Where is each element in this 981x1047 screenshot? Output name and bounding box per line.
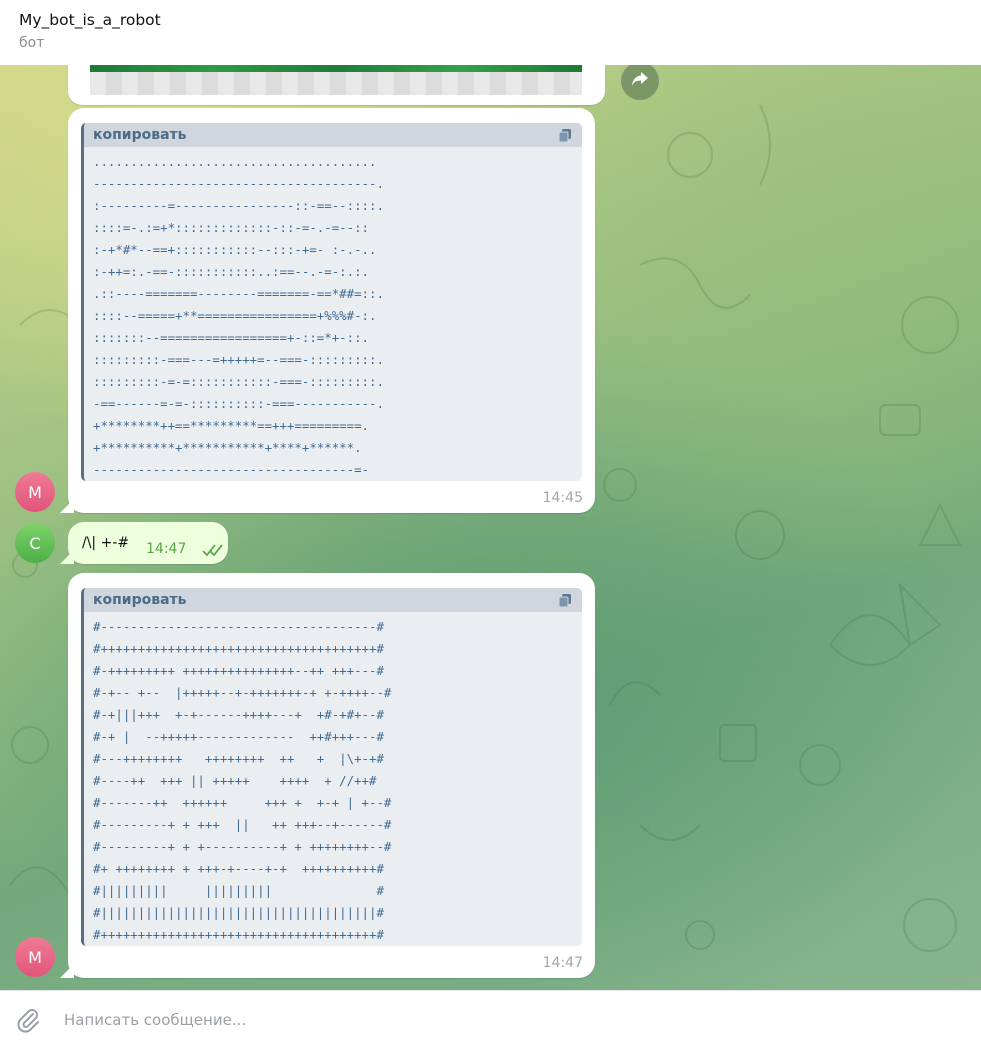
code-line: :::::::::-===---=+++++=--===-:::::::::. [93,352,384,367]
chat-title[interactable]: My_bot_is_a_robot [19,10,981,30]
code-line: #---++++++++ ++++++++ ++ + |\+-+# [93,751,384,766]
code-line: #-+-- +-- |+++++--+-+++++++-+ +-++++--# [93,685,392,700]
avatar-letter: M [28,947,42,967]
avatar-letter: C [29,533,41,553]
code-block-header: копировать [84,123,582,147]
code-line: #+++++++++++++++++++++++++++++++++++++# [93,927,384,942]
code-lines: #-------------------------------------# #… [84,612,582,946]
code-block[interactable]: копировать #----------------------------… [81,588,582,946]
message-composer[interactable] [0,990,981,1047]
message-time: 14:47 [146,541,187,557]
code-line: .::----=======--------=======-==*##=::. [93,286,384,301]
message-input[interactable] [62,1005,946,1035]
user-message[interactable]: /\| +-# 14:47 [68,522,228,564]
code-line: #||||||||| ||||||||| # [93,883,384,898]
code-line: #-+++++++++ +++++++++++++++--++ +++---# [93,663,384,678]
code-line: #---------+ + +----------+ + ++++++++--# [93,839,392,854]
code-line: ::::--=====+**================+%%%#-:. [93,308,377,323]
message-text: /\| +-# [82,535,130,551]
code-line: #+++++++++++++++++++++++++++++++++++++# [93,641,384,656]
message-time: 14:45 [542,490,583,506]
avatar-letter: M [28,482,42,502]
code-line: ::::=-.:=+*:::::::::::::-::-=-.-=--:: [93,220,370,235]
code-line: #-+|||+++ +-+------++++---+ +#-+#+--# [93,707,384,722]
code-line: :::::::--=================+-::=*+-::. [93,330,370,345]
paperclip-icon[interactable] [15,1007,41,1033]
code-block-header: копировать [84,588,582,612]
code-line: +**********+***********+****+******. [93,440,362,455]
code-line: #-+ | --+++++------------- ++#+++---# [93,729,384,744]
copy-icon[interactable] [558,128,572,143]
message-time: 14:47 [542,955,583,971]
image-message[interactable] [68,65,605,105]
code-line: :-+*#*--==+:::::::::::--:::-+=- :-.-.. [93,242,377,257]
chat-subtitle: бот [19,35,45,51]
copy-code-label[interactable]: копировать [93,592,187,608]
code-line: -----------------------------------=- [93,462,370,477]
avatar[interactable]: C [15,523,55,563]
code-line: :-++=:.-==-:::::::::::..:==--.-=-:.:. [93,264,370,279]
code-lines: ...................................... --… [84,147,582,481]
code-line: ...................................... [93,154,377,169]
code-line: #----++ +++ || +++++ ++++ + //++# [93,773,377,788]
code-line: :::::::::-=-=:::::::::::-===-:::::::::. [93,374,384,389]
code-line: #---------+ + +++ || ++ +++--+------# [93,817,392,832]
code-line: :---------=----------------::-==--::::. [93,198,384,213]
code-line: #+ ++++++++ + +++-+----+-+ ++++++++++# [93,861,384,876]
double-check-icon [202,542,226,557]
bot-code-message[interactable]: копировать #----------------------------… [68,573,595,978]
copy-code-label[interactable]: копировать [93,127,187,143]
code-block[interactable]: копировать .............................… [81,123,582,481]
image-preview-blurred [90,72,582,95]
forward-arrow-icon [631,71,649,91]
code-line: --------------------------------------. [93,176,384,191]
image-preview [90,65,582,72]
code-line: #-------------------------------------# [93,619,384,634]
message-area[interactable]: копировать .............................… [0,65,981,990]
bot-code-message[interactable]: копировать .............................… [68,108,595,513]
code-line: +********++==*********==+++=========. [93,418,370,433]
chat-header[interactable]: My_bot_is_a_robot бот [0,0,981,65]
code-line: -==------=-=-::::::::::-===-----------. [93,396,384,411]
avatar[interactable]: M [15,937,55,977]
code-line: #|||||||||||||||||||||||||||||||||||||# [93,905,384,920]
code-line: #-------++ ++++++ +++ + +-+ | +--# [93,795,392,810]
avatar[interactable]: M [15,472,55,512]
copy-icon[interactable] [558,593,572,608]
